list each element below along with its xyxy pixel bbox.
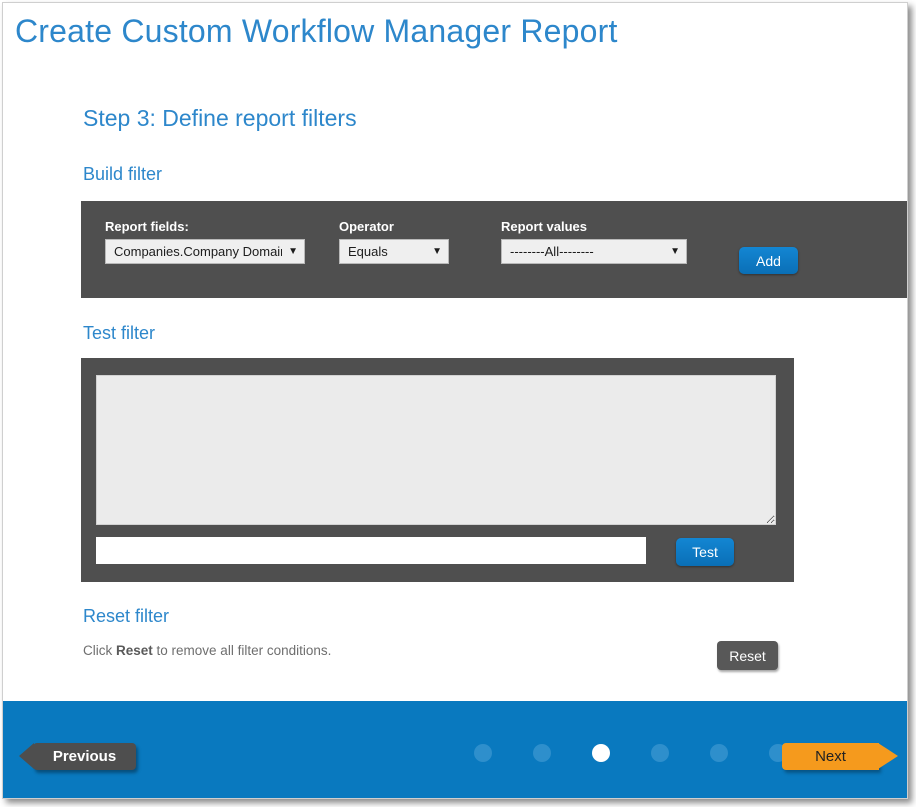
chevron-down-icon: ▼ (432, 246, 442, 257)
step-dots (474, 744, 787, 762)
reset-button[interactable]: Reset (717, 641, 778, 670)
filter-conditions-textarea[interactable] (96, 375, 776, 525)
step-dot-4 (651, 744, 669, 762)
previous-button[interactable]: Previous (33, 743, 136, 770)
chevron-down-icon: ▼ (670, 246, 680, 257)
wizard-navigation-bar: Previous Next (3, 701, 907, 798)
test-filter-panel: Test (81, 358, 794, 582)
reset-instruction-prefix: Click (83, 643, 116, 658)
step-dot-1 (474, 744, 492, 762)
build-filter-panel: Report fields: Companies.Company Domain … (81, 201, 908, 298)
report-values-label: Report values (501, 219, 687, 234)
operator-select[interactable]: Equals ▼ (339, 239, 449, 264)
step-dot-3 (592, 744, 610, 762)
wizard-page: Create Custom Workflow Manager Report St… (2, 2, 908, 799)
chevron-down-icon: ▼ (288, 246, 298, 257)
report-values-select[interactable]: --------All-------- ▼ (501, 239, 687, 264)
operator-field: Operator Equals ▼ (339, 219, 449, 264)
operator-label: Operator (339, 219, 449, 234)
reset-filter-label: Reset filter (83, 606, 169, 627)
report-fields-field: Report fields: Companies.Company Domain … (105, 219, 305, 264)
test-button[interactable]: Test (676, 538, 734, 566)
test-filter-label: Test filter (83, 323, 155, 344)
next-button[interactable]: Next (782, 743, 879, 770)
operator-selected-value: Equals (348, 244, 388, 259)
report-fields-label: Report fields: (105, 219, 305, 234)
report-fields-select[interactable]: Companies.Company Domain Na ▼ (105, 239, 305, 264)
test-value-input[interactable] (96, 537, 646, 564)
step-heading: Step 3: Define report filters (83, 105, 357, 132)
page-title: Create Custom Workflow Manager Report (15, 13, 618, 50)
report-values-field: Report values --------All-------- ▼ (501, 219, 687, 264)
report-fields-selected-value: Companies.Company Domain Na (114, 244, 282, 259)
step-dot-2 (533, 744, 551, 762)
step-dot-5 (710, 744, 728, 762)
reset-instruction-bold: Reset (116, 643, 153, 658)
reset-instruction-suffix: to remove all filter conditions. (153, 643, 332, 658)
report-values-selected-value: --------All-------- (510, 244, 594, 259)
reset-instruction: Click Reset to remove all filter conditi… (83, 643, 331, 658)
add-button[interactable]: Add (739, 247, 798, 274)
build-filter-label: Build filter (83, 164, 162, 185)
